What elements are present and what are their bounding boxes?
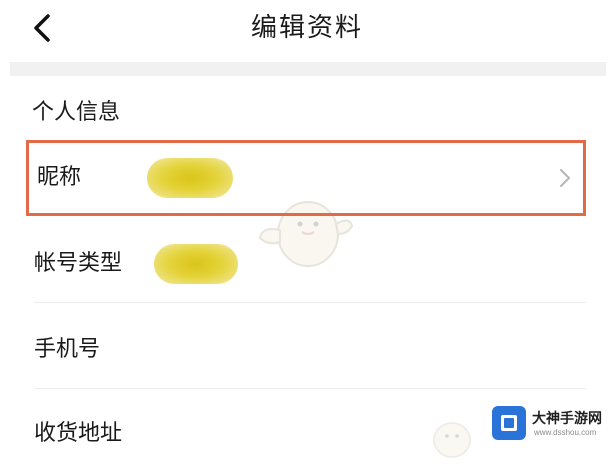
- brand-site: www.dsshou.com: [534, 428, 597, 437]
- redacted-nickname-value: [147, 158, 233, 198]
- row-divider: [34, 388, 586, 389]
- cube-icon: [501, 415, 517, 431]
- mascot-watermark-icon: [433, 422, 471, 458]
- section-title: 个人信息: [32, 100, 121, 125]
- brand-name: 大神手游网: [532, 410, 602, 426]
- account-type-row[interactable]: 帐号类型: [26, 226, 586, 302]
- nickname-row[interactable]: 昵称: [26, 140, 586, 216]
- header-divider: [10, 62, 606, 76]
- row-divider: [34, 302, 586, 303]
- brand-logo-icon: [492, 406, 526, 440]
- redacted-account-type-value: [154, 244, 238, 284]
- phone-row[interactable]: 手机号: [26, 312, 586, 388]
- nickname-label: 昵称: [37, 165, 82, 190]
- page-title: 编辑资料: [250, 13, 363, 43]
- address-label: 收货地址: [34, 421, 123, 446]
- header: 编辑资料: [0, 0, 614, 56]
- brand-watermark: 大神手游网 www.dsshou.com: [490, 404, 610, 448]
- phone-label: 手机号: [34, 337, 101, 362]
- chevron-right-icon: [560, 169, 570, 187]
- account-type-label: 帐号类型: [34, 251, 123, 276]
